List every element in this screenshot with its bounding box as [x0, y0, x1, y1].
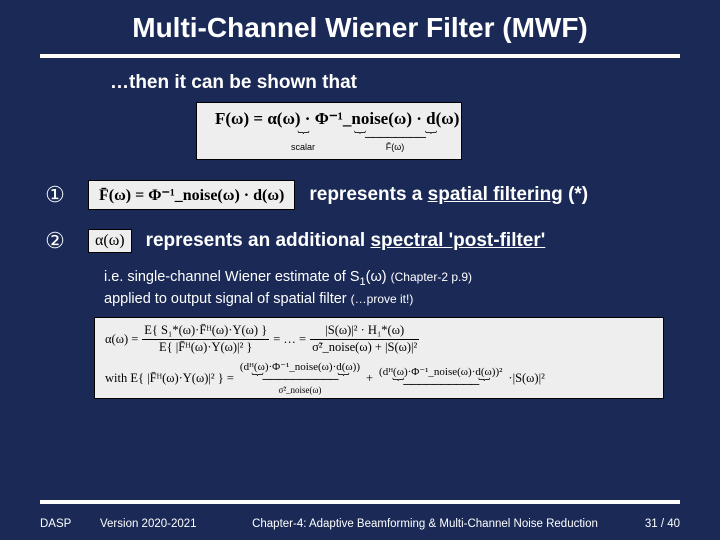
intro-text: …then it can be shown that [110, 72, 680, 94]
footer-page: 31 / 40 [620, 518, 680, 530]
item-1-text: represents a spatial filtering (*) [309, 184, 588, 206]
circled-2-icon: ② [40, 228, 70, 254]
alpha-equation-box: α(ω) = E{ S₁*(ω)·F̄ᴴ(ω)·Y(ω) } E{ |F̄ᴴ(ω… [94, 317, 664, 399]
footer-version: Version 2020-2021 [100, 518, 230, 530]
item-2-row: ② α(ω) represents an additional spectral… [40, 228, 680, 254]
brace-fbar: ︸────────︸ F̄(ω) [345, 131, 445, 152]
divider-bottom [40, 500, 680, 504]
divider-top [40, 54, 680, 58]
slide-title: Multi-Channel Wiener Filter (MWF) [40, 12, 680, 44]
alpha-equation-line2: with E{ |F̄ᴴ(ω)·Y(ω)|² } = (dᴴ(ω)·Φ⁻¹_no… [105, 361, 653, 396]
item-1-row: ① F̄(ω) = Φ⁻¹_noise(ω) · d(ω) represents… [40, 180, 680, 210]
footer-dasp: DASP [40, 518, 100, 530]
item-1-equation: F̄(ω) = Φ⁻¹_noise(ω) · d(ω) [88, 180, 295, 210]
footer-chapter: Chapter-4: Adaptive Beamforming & Multi-… [230, 518, 620, 530]
footer: DASP Version 2020-2021 Chapter-4: Adapti… [40, 518, 680, 530]
alpha-equation-line1: α(ω) = E{ S₁*(ω)·F̄ᴴ(ω)·Y(ω) } E{ |F̄ᴴ(ω… [105, 324, 653, 355]
item-2-equation: α(ω) [88, 229, 132, 253]
main-equation: F(ω) = α(ω) · Φ⁻¹_noise(ω) · d(ω) [215, 109, 459, 129]
main-equation-box: F(ω) = α(ω) · Φ⁻¹_noise(ω) · d(ω) ︸ scal… [196, 102, 462, 160]
brace-scalar: ︸ scalar [283, 131, 323, 152]
item-2-text: represents an additional spectral 'post-… [146, 230, 546, 252]
circled-1-icon: ① [40, 182, 70, 208]
explain-text: i.e. single-channel Wiener estimate of S… [104, 268, 680, 309]
